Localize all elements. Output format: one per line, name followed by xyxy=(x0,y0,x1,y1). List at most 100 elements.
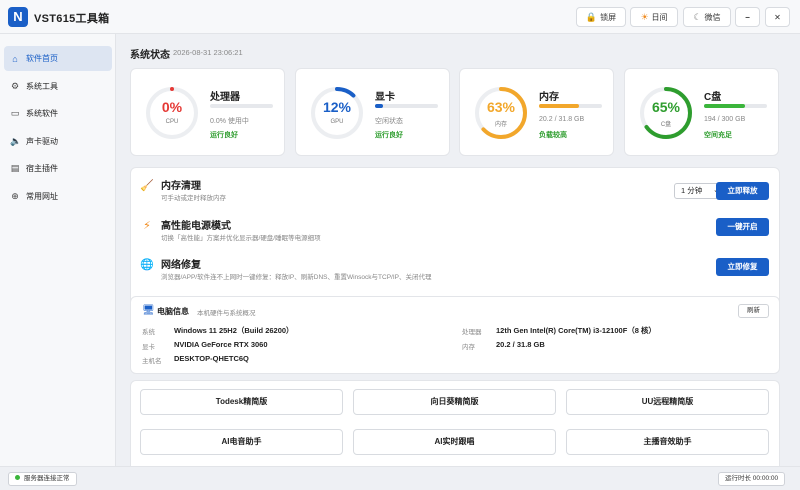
release-memory-button[interactable]: 立即释放 xyxy=(716,182,769,200)
sidebar-item-label: 声卡驱动 xyxy=(26,137,58,146)
stat-card-gpu: 12% GPU 显卡 空闲状态 运行良好 xyxy=(295,68,450,156)
speaker-icon: 🔈 xyxy=(10,136,22,146)
pc-info-title: 电脑信息 xyxy=(157,307,189,316)
app-title: VST615工具箱 xyxy=(34,13,110,25)
wechat-label: 微信 xyxy=(704,12,721,22)
memory-detail: 20.2 / 31.8 GB xyxy=(539,116,585,123)
stat-card-disk: 65% C盘 C盘 194 / 300 GB 空间充足 xyxy=(624,68,779,156)
sidebar-item-home[interactable]: ⌂ 软件首页 xyxy=(4,46,112,71)
gpu-value: NVIDIA GeForce RTX 3060 xyxy=(174,340,268,349)
status-bar: 服务器连接正常 运行时长 00:00:00 xyxy=(0,466,800,490)
folder-icon: ▭ xyxy=(10,108,20,118)
shortcut-ai-sing-along[interactable]: AI实时跟唱 xyxy=(353,429,556,455)
shortcut-ai-autotune[interactable]: AI电音助手 xyxy=(140,429,343,455)
shortcut-streamer-effects[interactable]: 主播音效助手 xyxy=(566,429,769,455)
memory-status: 负载较高 xyxy=(539,132,567,139)
wechat-button[interactable]: ☾ 微信 xyxy=(683,7,731,27)
power-mode-desc: 切换「高性能」方案并优化显示器/硬盘/睡眠等电源细项 xyxy=(161,235,321,242)
sidebar-item-sound-driver[interactable]: 🔈 声卡驱动 xyxy=(4,129,112,154)
cpu-gauge-value: 0% xyxy=(161,99,183,115)
pc-info-subtitle: 本机硬件与系统概况 xyxy=(197,310,256,317)
memory-gauge-unit: 内存 xyxy=(494,122,507,128)
cpu-gauge-unit: CPU xyxy=(165,119,179,125)
day-mode-label: 日间 xyxy=(651,12,668,22)
memory-value: 20.2 / 31.8 GB xyxy=(496,340,545,349)
shortcut-uu-remote[interactable]: UU远程精简版 xyxy=(566,389,769,415)
document-icon: ▤ xyxy=(10,163,20,173)
sun-icon: ☀ xyxy=(640,11,649,22)
lock-screen-button[interactable]: 🔒 锁屏 xyxy=(576,7,626,27)
memory-clean-title: 内存清理 xyxy=(161,181,201,192)
day-mode-button[interactable]: ☀ 日间 xyxy=(630,7,678,27)
hostname-value: DESKTOP-QHETC6Q xyxy=(174,354,249,363)
pc-info-card: 🖥 电脑信息 本机硬件与系统概况 刷新 系统 Windows 11 25H2（B… xyxy=(130,296,780,374)
clean-interval-value: 1 分钟 xyxy=(681,186,703,195)
sidebar: ⌂ 软件首页 ⚙ 系统工具 ▭ 系统软件 🔈 声卡驱动 ▤ 宿主插件 ⊕ 常用网… xyxy=(0,34,116,466)
gpu-detail: 空闲状态 xyxy=(375,118,403,125)
status-dot-icon xyxy=(15,475,20,480)
disk-name: C盘 xyxy=(704,92,722,103)
memory-usage-bar-fill xyxy=(539,104,579,108)
network-repair-row: 🌐 网络修复 浏览器/APP/软件连不上网时一键修复：释放IP、刷新DNS、重置… xyxy=(131,252,781,286)
cpu-detail: 0.0% 使用中 xyxy=(210,118,249,125)
os-value: Windows 11 25H2（Build 26200） xyxy=(174,326,294,335)
memory-clean-row: 🧹 内存清理 可手动或定时释放内存 1 分钟 ⌄ 立即释放 xyxy=(131,173,781,207)
minimize-button[interactable]: − xyxy=(735,7,760,27)
memory-label: 内存 xyxy=(462,344,475,351)
sidebar-item-common-sites[interactable]: ⊕ 常用网址 xyxy=(4,184,112,209)
wechat-icon: ☾ xyxy=(693,11,702,22)
server-status-label: 服务器连接正常 xyxy=(24,475,70,482)
sidebar-item-label: 系统工具 xyxy=(26,82,58,91)
title-bar: N VST615工具箱 🔒 锁屏 ☀ 日间 ☾ 微信 − ✕ xyxy=(0,0,800,34)
disk-usage-bar xyxy=(704,104,767,108)
sidebar-item-label: 系统软件 xyxy=(26,109,58,118)
gpu-name: 显卡 xyxy=(375,92,395,103)
sidebar-item-system-software[interactable]: ▭ 系统软件 xyxy=(4,101,112,126)
power-mode-row: ⚡ 高性能电源模式 切换「高性能」方案并优化显示器/硬盘/睡眠等电源细项 一键开… xyxy=(131,213,781,247)
cpu-name: 处理器 xyxy=(210,92,240,103)
system-status-time: 2026-08-31 23:06:21 xyxy=(173,48,243,57)
network-repair-title: 网络修复 xyxy=(161,260,201,271)
hostname-label: 主机名 xyxy=(142,358,162,365)
memory-name: 内存 xyxy=(539,92,559,103)
memory-usage-bar xyxy=(539,104,602,108)
enable-power-mode-button[interactable]: 一键开启 xyxy=(716,218,769,236)
uptime: 运行时长 00:00:00 xyxy=(718,472,786,486)
gpu-gauge-value: 12% xyxy=(322,99,352,115)
broom-icon: 🧹 xyxy=(140,180,154,192)
globe-icon: 🌐 xyxy=(140,259,154,271)
disk-gauge-unit: C盘 xyxy=(660,122,672,128)
shortcuts-card: Todesk精简版 向日葵精简版 UU远程精简版 AI电音助手 AI实时跟唱 主… xyxy=(130,380,780,466)
lock-icon: 🔒 xyxy=(585,11,598,22)
shortcut-todesk[interactable]: Todesk精简版 xyxy=(140,389,343,415)
app-logo: N xyxy=(8,7,28,27)
stat-card-cpu: 0% CPU 处理器 0.0% 使用中 运行良好 xyxy=(130,68,285,156)
processor-value: 12th Gen Intel(R) Core(TM) i3-12100F（8 核… xyxy=(496,326,657,335)
sidebar-item-host-plugins[interactable]: ▤ 宿主插件 xyxy=(4,156,112,181)
lock-screen-label: 锁屏 xyxy=(600,12,617,22)
monitor-icon: 🖥 xyxy=(142,305,155,316)
processor-label: 处理器 xyxy=(462,329,482,336)
sidebar-item-label: 软件首页 xyxy=(26,54,58,63)
power-mode-title: 高性能电源模式 xyxy=(161,221,231,232)
refresh-button[interactable]: 刷新 xyxy=(738,304,769,318)
sidebar-item-system-tools[interactable]: ⚙ 系统工具 xyxy=(4,74,112,99)
gpu-label: 显卡 xyxy=(142,344,155,351)
network-repair-desc: 浏览器/APP/软件连不上网时一键修复：释放IP、刷新DNS、重置Winsock… xyxy=(161,274,432,281)
repair-network-button[interactable]: 立即修复 xyxy=(716,258,769,276)
shortcut-sunflower[interactable]: 向日葵精简版 xyxy=(353,389,556,415)
close-button[interactable]: ✕ xyxy=(765,7,790,27)
os-label: 系统 xyxy=(142,329,155,336)
disk-status: 空间充足 xyxy=(704,132,732,139)
sidebar-item-label: 宿主插件 xyxy=(26,164,58,173)
memory-gauge-value: 63% xyxy=(486,99,516,115)
home-icon: ⌂ xyxy=(12,53,18,64)
stat-card-memory: 63% 内存 内存 20.2 / 31.8 GB 负载较高 xyxy=(459,68,614,156)
gpu-usage-bar-fill xyxy=(375,104,383,108)
gear-icon: ⚙ xyxy=(10,81,20,91)
disk-usage-bar-fill xyxy=(704,104,745,108)
main-content: 系统状态 2026-08-31 23:06:21 0% CPU 处理器 0.0%… xyxy=(117,34,800,466)
globe-icon: ⊕ xyxy=(11,191,19,201)
server-status: 服务器连接正常 xyxy=(8,472,77,486)
cpu-usage-bar xyxy=(210,104,273,108)
